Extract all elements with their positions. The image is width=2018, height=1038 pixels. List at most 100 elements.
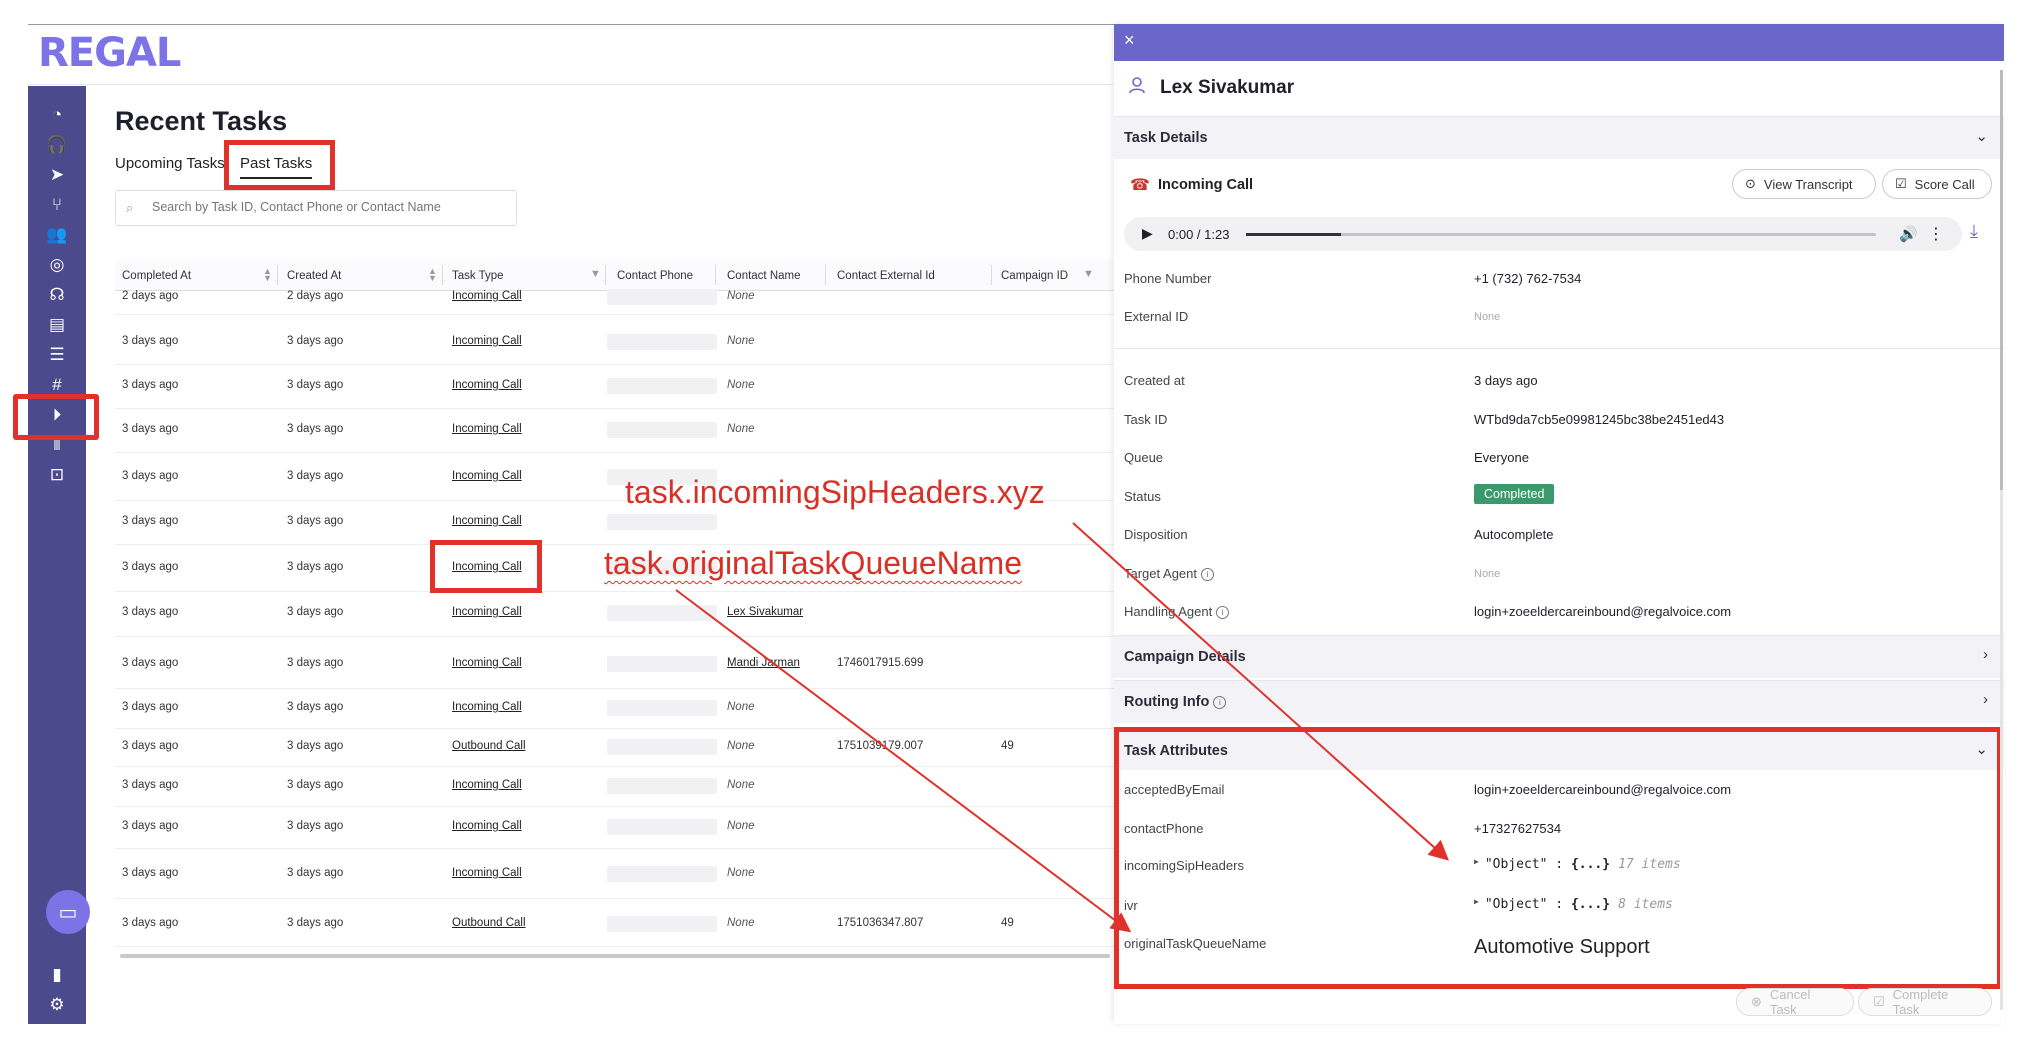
chat-launcher-button[interactable]: ▭ [46,890,90,934]
panel-scrollbar[interactable] [2000,70,2003,1010]
list-card-icon[interactable]: ▤ [28,310,86,340]
column-completed-at[interactable]: Completed At [122,270,191,282]
task-type-link[interactable]: Incoming Call [452,606,522,618]
contact-name-cell[interactable]: Mandi Jarman [727,657,800,669]
cancel-task-button[interactable]: ⊗ Cancel Task [1736,987,1854,1017]
download-icon[interactable]: ⤓ [1970,221,1978,242]
headset-icon[interactable]: 🎧 [28,130,86,160]
label-text: Target Agent [1124,566,1197,581]
filter-icon[interactable]: ▼ [1083,268,1094,280]
table-row[interactable]: 3 days ago 3 days ago Incoming Call None [115,364,1115,409]
task-type-link[interactable]: Incoming Call [452,867,522,879]
send-icon[interactable]: ➤ [28,160,86,190]
score-call-button[interactable]: ☑ Score Call [1882,169,1992,199]
contact-name-cell: None [727,379,755,391]
page-title: Recent Tasks [115,106,288,136]
bot-icon[interactable]: ⊡ [28,460,86,490]
task-search[interactable]: ⌕ [115,190,517,226]
contact-phone-cell [607,916,717,932]
info-icon[interactable]: i [1201,568,1214,581]
target-icon[interactable]: ◎ [28,250,86,280]
task-type-link[interactable]: Incoming Call [452,423,522,435]
audio-progress[interactable] [1246,233,1876,236]
task-type-link[interactable]: Incoming Call [452,470,522,482]
play-circle-icon: ⊙ [1745,176,1756,191]
tasks-icon[interactable]: ☰ [28,340,86,370]
completed-at-cell: 3 days ago [122,701,179,713]
column-contact-external-id[interactable]: Contact External Id [837,270,935,282]
task-type-link[interactable]: Incoming Call [452,820,522,832]
annotation-queue-name: task.originalTaskQueueName [604,545,1022,581]
contact-phone-cell [607,514,717,530]
table-row[interactable]: 3 days ago 3 days ago Incoming Call None [115,766,1115,807]
task-type-link[interactable]: Incoming Call [452,701,522,713]
view-transcript-button[interactable]: ⊙ View Transcript [1732,169,1876,199]
complete-task-button[interactable]: ☑ Complete Task [1858,987,1992,1017]
search-input[interactable] [150,199,504,215]
completed-at-cell: 3 days ago [122,379,179,391]
completed-at-cell: 3 days ago [122,867,179,879]
contact-phone-cell [607,866,717,882]
completed-at-cell: 3 days ago [122,657,179,669]
column-created-at[interactable]: Created At [287,270,341,282]
table-row[interactable]: 3 days ago 3 days ago Incoming Call None [115,408,1115,453]
task-type-link[interactable]: Incoming Call [452,779,522,791]
settings-icon[interactable]: ⚙ [28,990,86,1020]
column-contact-phone[interactable]: Contact Phone [617,270,693,282]
audio-player[interactable]: ▶ 0:00 / 1:23 🔊 ⋮ [1124,217,1962,251]
play-icon[interactable]: ▶ [1142,225,1153,242]
close-icon[interactable]: × [1124,30,1135,51]
panel-header: × [1114,24,2004,61]
contact-name-cell: None [727,740,755,752]
created-at-cell: 3 days ago [287,423,344,435]
task-type-link[interactable]: Incoming Call [452,515,522,527]
contacts-icon[interactable]: 👥 [28,220,86,250]
section-campaign-details[interactable]: Campaign Details › [1114,635,2004,678]
sort-icon[interactable]: ▲ ▼ [428,267,437,283]
task-type-link[interactable]: Incoming Call [452,290,522,302]
chart-icon[interactable]: ▮ [28,960,86,990]
created-at-cell: 3 days ago [287,335,344,347]
sidebar: ◔ 🎧 ➤ ⑂ 👥 ◎ ☊ ▤ ☰ # ⏵ ⦀ ⊡ ▮ ⚙ [28,86,86,1024]
table-row[interactable]: 3 days ago 3 days ago Incoming Call None [115,320,1115,365]
task-type-link[interactable]: Incoming Call [452,657,522,669]
table-row[interactable]: 3 days ago 3 days ago Incoming Call None [115,806,1115,849]
more-options-icon[interactable]: ⋮ [1928,224,1944,244]
sort-icon[interactable]: ▲ ▼ [263,267,272,283]
branch-icon[interactable]: ⑂ [28,190,86,220]
created-at-cell: 3 days ago [287,515,344,527]
contact-name-cell[interactable]: Lex Sivakumar [727,606,803,618]
contact-name[interactable]: Lex Sivakumar [1160,77,1294,99]
contact-phone-cell [607,378,717,394]
info-icon[interactable]: i [1213,696,1227,709]
dashboard-icon[interactable]: ◔ [28,100,86,130]
external-id-cell: 1746017915.699 [837,657,924,669]
table-row[interactable]: 3 days ago 3 days ago Outbound Call None 175… [115,728,1115,767]
field-label: Disposition [1124,527,1188,542]
table-horizontal-scrollbar[interactable] [120,954,1110,958]
table-row[interactable]: 3 days ago 3 days ago Outbound Call None 175… [115,902,1115,947]
task-type-link[interactable]: Outbound Call [452,917,526,929]
column-task-type[interactable]: Task Type [452,270,504,282]
volume-icon[interactable]: 🔊 [1899,225,1918,243]
task-type-link[interactable]: Incoming Call [452,335,522,347]
filter-icon[interactable]: ▼ [590,268,601,280]
agent-icon[interactable]: ☊ [28,280,86,310]
task-type-link[interactable]: Incoming Call [452,379,522,391]
table-row[interactable]: 3 days ago 3 days ago Incoming Call Mandi J… [115,640,1115,689]
completed-at-cell: 3 days ago [122,606,179,618]
contact-name-cell: None [727,820,755,832]
column-contact-name[interactable]: Contact Name [727,270,801,282]
table-row[interactable]: 3 days ago 3 days ago Incoming Call Lex Siv… [115,590,1115,637]
cancel-icon: ⊗ [1751,994,1762,1009]
tab-upcoming-tasks[interactable]: Upcoming Tasks [115,155,225,172]
column-campaign-id[interactable]: Campaign ID [1001,270,1068,282]
task-type-link[interactable]: Outbound Call [452,740,526,752]
table-row[interactable]: 3 days ago 3 days ago Incoming Call None [115,688,1115,729]
section-routing-info[interactable]: Routing Info i › [1114,680,2004,723]
table-row[interactable]: 3 days ago 3 days ago Incoming Call None [115,850,1115,899]
contact-name-cell: None [727,779,755,791]
section-task-details[interactable]: Task Details ⌄ [1114,116,2004,159]
table-row[interactable]: 2 days ago 2 days ago Incoming Call None [115,288,1115,315]
info-icon[interactable]: i [1216,606,1230,619]
